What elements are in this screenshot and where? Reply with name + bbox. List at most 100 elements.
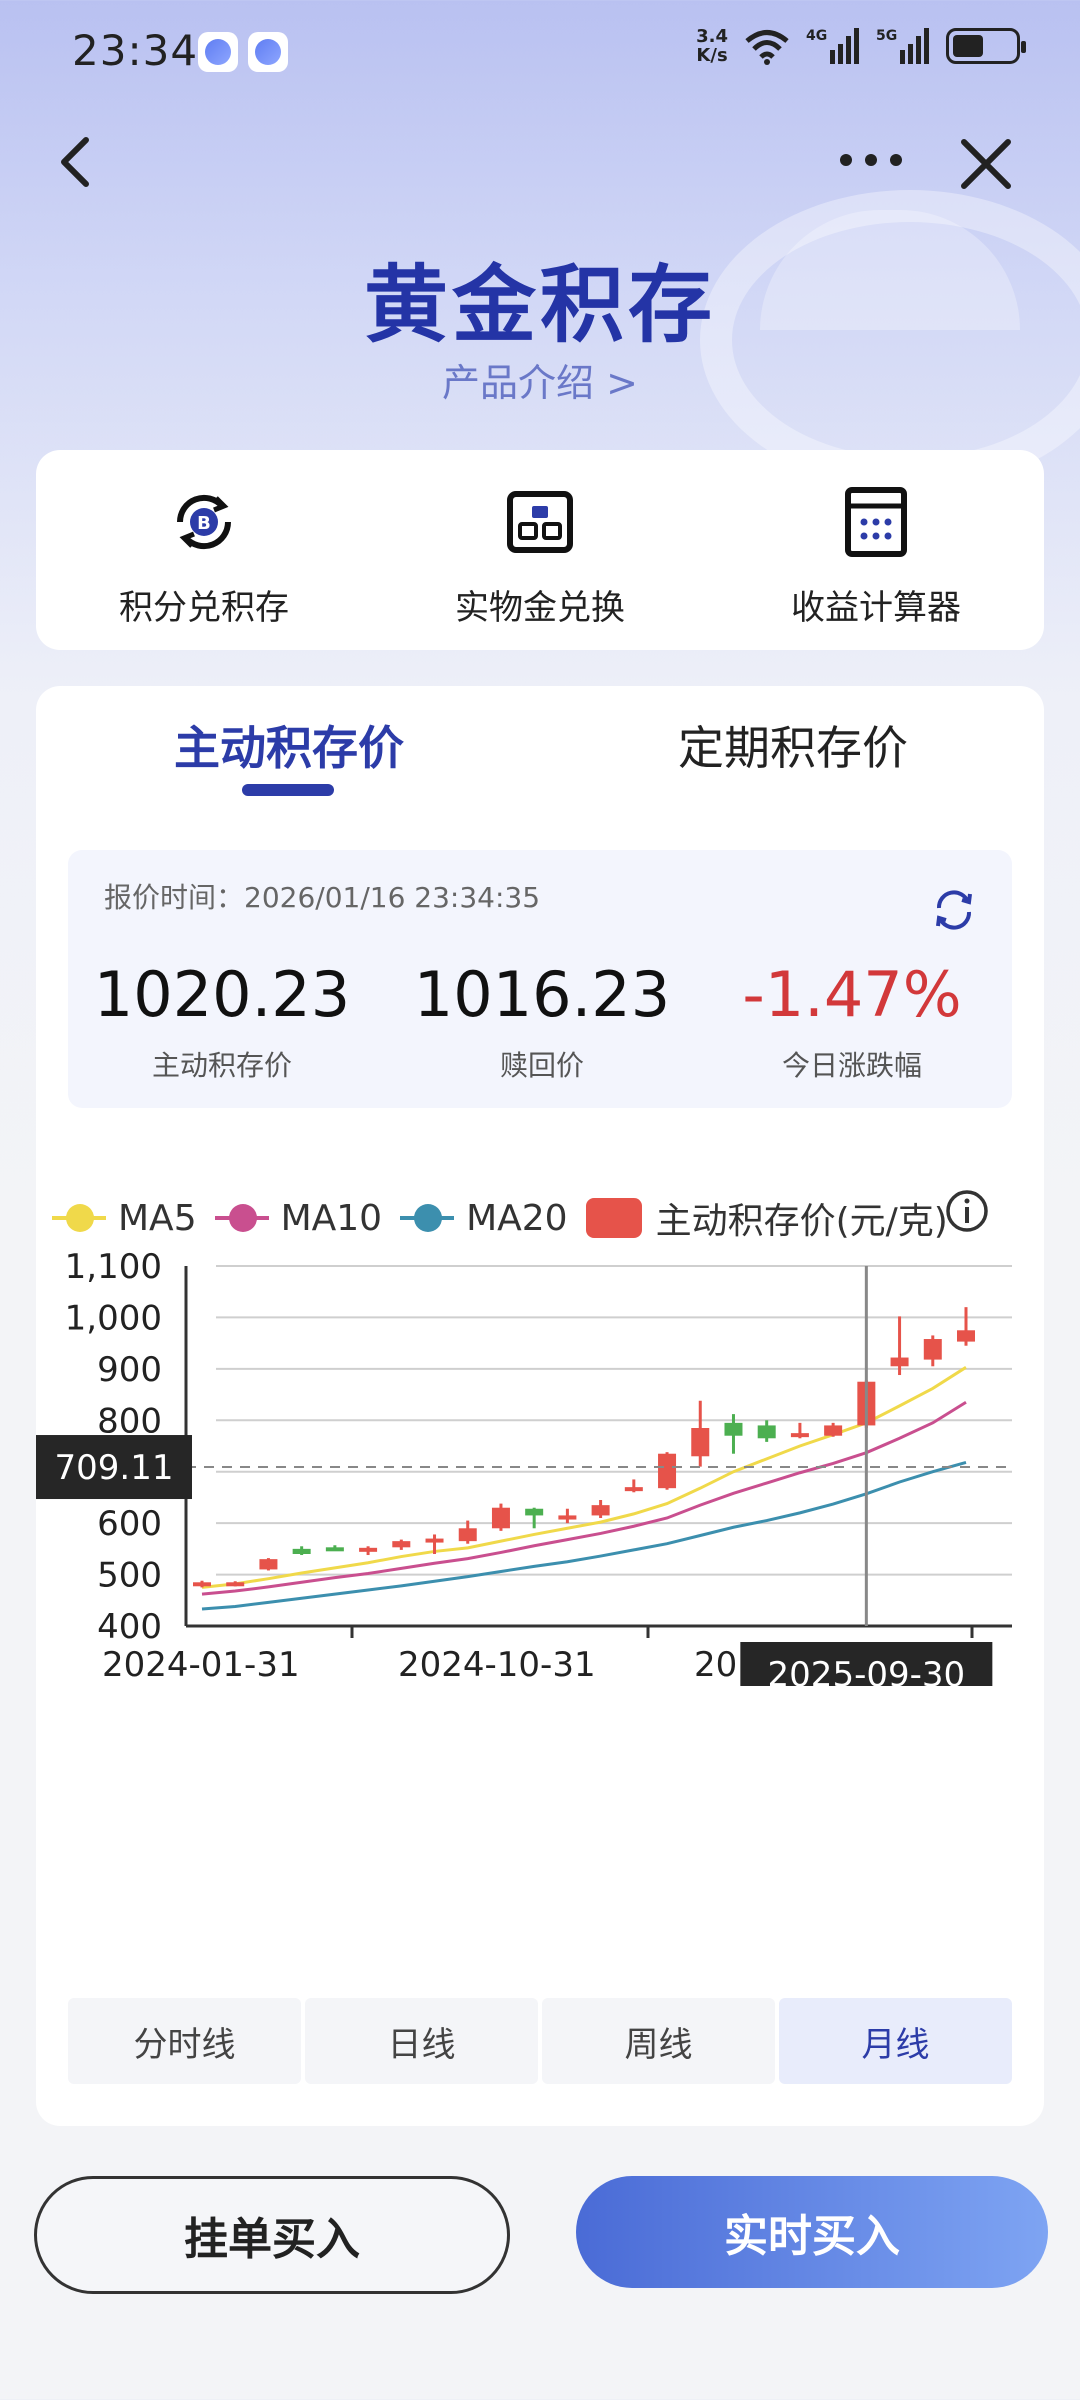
period-daily[interactable]: 日线 — [305, 1998, 538, 2084]
period-weekly[interactable]: 周线 — [542, 1998, 775, 2084]
refresh-icon[interactable] — [932, 888, 976, 932]
physical-gold-button[interactable]: 实物金兑换 — [372, 450, 708, 650]
legend-ma5: MA5 — [52, 1198, 197, 1239]
legend-ma5-marker — [52, 1204, 106, 1232]
period-intraday[interactable]: 分时线 — [68, 1998, 301, 2084]
points-exchange-icon: B — [176, 494, 232, 550]
close-icon[interactable] — [958, 136, 1014, 192]
candle — [824, 1425, 843, 1436]
candle — [923, 1339, 942, 1360]
page-title: 黄金积存 — [363, 256, 716, 354]
redeem-price-caption: 赎回价 — [499, 1049, 584, 1082]
candle — [193, 1582, 211, 1587]
change-caption: 今日涨跌幅 — [781, 1049, 922, 1082]
price-chart[interactable]: 4005006007008009001,0001,1002024-01-3120… — [36, 1246, 1044, 1686]
price-tabs: 主动积存价 定期积存价 — [36, 686, 1044, 806]
candle — [491, 1507, 510, 1529]
clock: 23:34 — [72, 26, 199, 75]
wifi-icon — [745, 30, 789, 65]
period-selector: 分时线 日线 周线 月线 — [68, 1998, 1012, 2084]
chart-legend: MA5 MA10 MA20 主动积存价(元/克) — [52, 1188, 1022, 1248]
top-nav — [0, 120, 1080, 200]
candle — [624, 1487, 643, 1492]
legend-price-marker — [585, 1198, 642, 1238]
crosshair-overlay: 709.11 2025-09-30 — [36, 1266, 1012, 1686]
instant-buy-button[interactable]: 实时买入 — [576, 2176, 1048, 2288]
calculator-button[interactable]: 收益计算器 — [708, 450, 1044, 650]
candle — [890, 1357, 909, 1367]
tab-regular-price[interactable]: 定期积存价 — [678, 712, 908, 778]
candle — [558, 1515, 577, 1520]
y-tick-label: 1,000 — [65, 1298, 162, 1338]
buy-price-caption: 主动积存价 — [151, 1049, 292, 1082]
candle — [691, 1428, 710, 1457]
status-icons: 3.4 K/s 4G 5G — [696, 26, 1026, 66]
y-tick-label: 500 — [97, 1556, 162, 1596]
legend-ma10-marker — [214, 1204, 269, 1232]
product-intro-link[interactable]: 产品介绍 > — [0, 352, 1080, 407]
candle — [359, 1547, 378, 1552]
legend-ma20: MA20 — [400, 1198, 568, 1239]
legend-ma10: MA10 — [214, 1198, 382, 1239]
info-icon[interactable] — [944, 1188, 990, 1234]
points-exchange-label: 积分兑积存 — [119, 588, 289, 628]
redeem-price-value: 1016.23 — [413, 958, 671, 1031]
candle — [724, 1422, 743, 1436]
svg-text:B: B — [197, 513, 211, 534]
svg-text:4G: 4G — [806, 28, 827, 44]
candle — [292, 1548, 311, 1554]
tab-indicator — [242, 784, 334, 796]
signal-5g-icon: 5G — [876, 28, 929, 64]
ma5-line — [201, 1366, 967, 1589]
chevron-left-icon[interactable] — [50, 132, 110, 192]
candle — [392, 1541, 411, 1548]
candle — [525, 1508, 544, 1516]
candle — [425, 1538, 444, 1543]
tab-active-price[interactable]: 主动积存价 — [174, 712, 404, 778]
candle — [591, 1505, 610, 1516]
candle — [325, 1547, 344, 1552]
more-dots-icon[interactable] — [836, 148, 906, 172]
signal-4g-icon: 4G — [806, 28, 859, 64]
change-value: -1.47% — [742, 958, 962, 1031]
buy-price-value: 1020.23 — [93, 958, 351, 1031]
candle — [790, 1433, 809, 1438]
calculator-icon — [845, 487, 907, 557]
status-bar: 23:34 3.4 K/s 4G 5G — [0, 0, 1080, 100]
chart-grid: 4005006007008009001,0001,1002024-01-3120… — [65, 1247, 1012, 1685]
price-card: 主动积存价 定期积存价 报价时间：2026/01/16 23:34:35 102… — [36, 686, 1044, 2126]
legend-ma20-marker — [400, 1204, 455, 1232]
battery-icon — [946, 28, 1026, 64]
y-tick-label: 900 — [97, 1350, 162, 1390]
y-tick-label: 600 — [97, 1504, 162, 1544]
candles — [193, 1307, 975, 1588]
x-tick-label: 2024-01-31 — [102, 1645, 300, 1685]
candle — [957, 1330, 975, 1342]
candle — [658, 1453, 677, 1489]
x-tick-label: 2024-10-31 — [398, 1645, 596, 1685]
crosshair-date-label: 2025-09-30 — [768, 1655, 966, 1686]
physical-gold-label: 实物金兑换 — [455, 588, 625, 628]
candle — [757, 1425, 776, 1439]
points-exchange-button[interactable]: B 积分兑积存 — [36, 450, 372, 650]
period-monthly[interactable]: 月线 — [779, 1998, 1012, 2084]
y-tick-label: 400 — [97, 1607, 162, 1647]
app-notification-icon — [248, 32, 288, 72]
crosshair-price-label: 709.11 — [55, 1448, 174, 1488]
candle — [458, 1528, 477, 1542]
svg-text:5G: 5G — [876, 28, 897, 44]
app-notification-icon — [198, 32, 238, 72]
calculator-label: 收益计算器 — [791, 588, 961, 628]
moving-average-lines — [201, 1366, 967, 1611]
quote-panel: 报价时间：2026/01/16 23:34:35 1020.23 主动积存价 1… — [68, 850, 1012, 1108]
quick-actions-card: B 积分兑积存 实物金兑换 收益计算器 — [36, 450, 1044, 650]
candle — [259, 1559, 278, 1570]
candle — [226, 1582, 245, 1587]
y-tick-label: 1,100 — [65, 1247, 162, 1287]
x-tick-label: 20 — [694, 1645, 737, 1685]
legend-price: 主动积存价(元/克) — [585, 1192, 948, 1244]
network-speed: 3.4 K/s — [696, 26, 728, 66]
limit-buy-button[interactable]: 挂单买入 — [34, 2176, 510, 2294]
quote-time: 报价时间：2026/01/16 23:34:35 — [104, 881, 541, 914]
gold-bar-icon — [507, 491, 573, 553]
